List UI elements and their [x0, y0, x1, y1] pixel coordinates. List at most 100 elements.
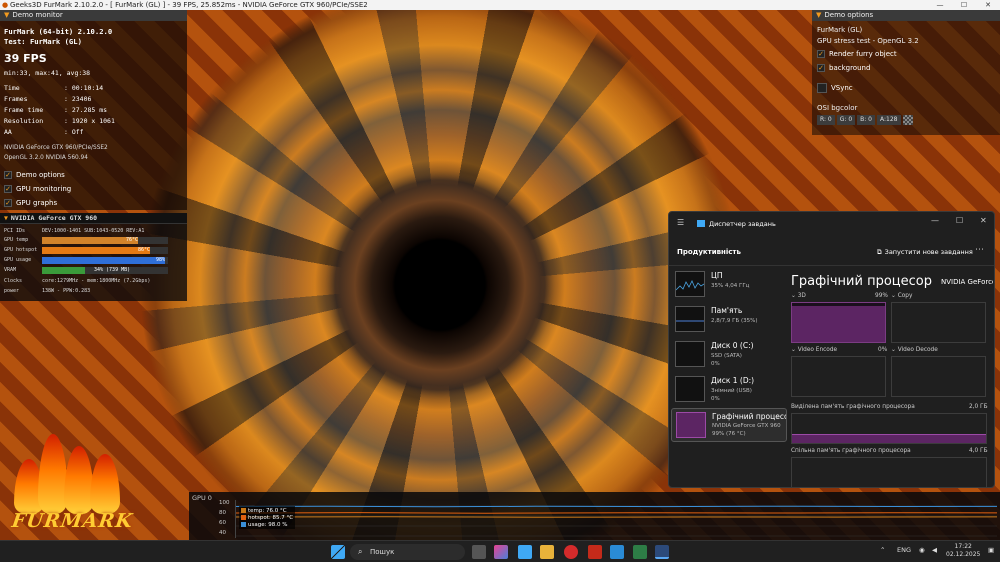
engine-3d-label[interactable]: ⌄ 3D: [791, 293, 806, 299]
engine-name: Copy: [897, 293, 913, 299]
engine-encode-label[interactable]: ⌄ Video Encode: [791, 347, 837, 353]
maximize-icon[interactable]: ☐: [956, 216, 963, 225]
vsync-checkbox[interactable]: VSync: [817, 83, 853, 93]
legend-swatch: [241, 515, 246, 520]
volume-icon[interactable]: ◀: [932, 546, 937, 554]
demo-subtitle: GPU stress test - OpenGL 3.2: [817, 37, 919, 45]
maximize-icon[interactable]: ☐: [952, 0, 976, 10]
start-icon[interactable]: [331, 545, 345, 559]
color-swatch[interactable]: [902, 115, 913, 125]
graph-lines: [235, 505, 998, 537]
window-title-bar[interactable]: ● Geeks3D FurMark 2.10.2.0 - [ FurMark (…: [0, 0, 1000, 10]
more-options-icon[interactable]: ⋯: [975, 245, 984, 255]
a-field[interactable]: A:128: [877, 115, 901, 125]
bar-label: 34% (739 MB): [94, 267, 131, 273]
engine-decode-label[interactable]: ⌄ Video Decode: [891, 347, 938, 353]
perf-item-disk0[interactable]: Диск 0 (C:) SSD (SATA) 0%: [671, 338, 787, 372]
minimize-icon[interactable]: —: [928, 0, 952, 10]
empty-checkbox-icon[interactable]: [817, 83, 827, 93]
dedicated-memory-label: Виділена пам'ять графічного процесора: [791, 404, 915, 410]
gpu-monitoring-checkbox[interactable]: ✓ GPU monitoring: [4, 182, 71, 196]
perf-item-label: ЦП: [711, 271, 723, 280]
demo-options-header[interactable]: ▼ Demo options: [812, 10, 1000, 21]
engine-copy-label[interactable]: ⌄ Copy: [891, 293, 912, 299]
collapse-triangle-icon[interactable]: ▼: [4, 214, 8, 222]
tm-title-bar[interactable]: ☰ Диспетчер завдань — ☐ ✕: [669, 212, 994, 234]
network-icon[interactable]: ◉: [919, 546, 925, 554]
run-new-task-label: Запустити нове завдання: [884, 248, 973, 256]
shared-memory-value: 4,0 ГБ: [969, 448, 988, 454]
graph-title: GPU 0: [192, 494, 212, 502]
checkmark-icon[interactable]: ✓: [4, 185, 12, 193]
stat-value: : 1920 x 1061: [64, 117, 115, 125]
input-language[interactable]: ENG: [897, 546, 911, 554]
background-checkbox[interactable]: ✓ background: [817, 64, 870, 72]
checkmark-icon[interactable]: ✓: [817, 50, 825, 58]
tray-chevron-icon[interactable]: ⌃: [880, 546, 885, 554]
perf-item-cpu[interactable]: ЦП 35% 4,04 ГГц: [671, 268, 787, 302]
render-furry-checkbox[interactable]: ✓ Render furry object: [817, 50, 897, 58]
collapse-triangle-icon[interactable]: ▼: [4, 11, 9, 19]
stat-row: AA: Off: [4, 128, 115, 139]
legend-swatch: [241, 508, 246, 513]
chevron-down-icon: ⌄: [791, 347, 798, 353]
perf-item-memory[interactable]: Пам'ять 2,8/7,9 ГБ (35%): [671, 303, 787, 337]
close-icon[interactable]: ✕: [976, 0, 1000, 10]
checkbox-label: VSync: [831, 84, 853, 92]
bar-label: 86°C: [138, 247, 151, 253]
close-icon[interactable]: ✕: [980, 216, 987, 225]
task-manager-window[interactable]: ☰ Диспетчер завдань — ☐ ✕ Продуктивність…: [668, 211, 995, 488]
collapse-triangle-icon[interactable]: ▼: [816, 11, 821, 19]
shared-memory-graph: [791, 457, 987, 487]
notification-icon[interactable]: ▣: [988, 546, 994, 554]
clocks-value: core:1279MHz - mem:1800MHz (7.2Gbps): [42, 278, 151, 284]
stat-row: Frame time: 27.285 ms: [4, 106, 115, 117]
bar-fill: [42, 247, 151, 254]
task-manager-taskbar-icon[interactable]: [655, 545, 669, 559]
cpu-mini-graph: [675, 280, 705, 291]
engine-name: 3D: [797, 293, 806, 299]
tm-title: Диспетчер завдань: [709, 220, 776, 228]
demo-monitor-header[interactable]: ▼ Demo monitor: [0, 10, 187, 21]
run-new-task-button[interactable]: ⧉ Запустити нове завдання: [877, 248, 973, 257]
opera-icon[interactable]: [564, 545, 578, 559]
b-field[interactable]: B: 0: [857, 115, 876, 125]
search-box[interactable]: ⌕ Пошук: [350, 544, 465, 560]
minimize-icon[interactable]: —: [931, 216, 939, 225]
copilot-icon[interactable]: [494, 545, 508, 559]
demo-name: FurMark (GL): [817, 26, 863, 34]
gpu-graphs-checkbox[interactable]: ✓ GPU graphs: [4, 196, 71, 210]
stat-key: Frame time: [4, 106, 44, 114]
checkmark-icon[interactable]: ✓: [4, 199, 12, 207]
legend-label: temp: 76.0 °C: [248, 507, 287, 514]
furmark-taskbar-icon[interactable]: [588, 545, 602, 559]
stat-value: : 00:10:14: [64, 84, 104, 92]
checkbox-label: Demo options: [16, 171, 65, 179]
bgcolor-fields: R: 0 G: 0 B: 0 A:128: [817, 115, 913, 125]
gpu-monitor-header[interactable]: ▼ NVIDIA GeForce GTX 960: [0, 213, 187, 224]
clock-date: 02.12.2025: [946, 551, 981, 558]
furmark-logo-text: FURMARK: [10, 510, 135, 532]
stat-value: : 23406: [64, 95, 92, 103]
checkbox-label: GPU monitoring: [16, 185, 72, 193]
demo-options-checkbox[interactable]: ✓ Demo options: [4, 168, 71, 182]
perf-item-gpu[interactable]: Графічний процесор 0 NVIDIA GeForce GTX …: [671, 408, 787, 442]
file-explorer-icon[interactable]: [540, 545, 554, 559]
bar-fill: [42, 267, 85, 274]
hamburger-menu-icon[interactable]: ☰: [677, 218, 684, 227]
g-field[interactable]: G: 0: [836, 115, 856, 125]
checkbox-label: GPU graphs: [16, 199, 58, 207]
checkmark-icon[interactable]: ✓: [4, 171, 12, 179]
stat-value: : Off: [64, 128, 84, 136]
app-icon[interactable]: [610, 545, 624, 559]
edge-icon[interactable]: [518, 545, 532, 559]
task-view-icon[interactable]: [472, 545, 486, 559]
stat-key: Resolution: [4, 117, 44, 125]
checkmark-icon[interactable]: ✓: [817, 64, 825, 72]
r-field[interactable]: R: 0: [817, 115, 835, 125]
app-icon[interactable]: [633, 545, 647, 559]
perf-item-disk1[interactable]: Диск 1 (D:) Знімний (USB) 0%: [671, 373, 787, 407]
dedicated-memory-graph: [791, 413, 987, 444]
clock[interactable]: 17:22 02.12.2025: [946, 543, 980, 559]
perf-item-usage: 99% (76 °C): [712, 431, 746, 437]
